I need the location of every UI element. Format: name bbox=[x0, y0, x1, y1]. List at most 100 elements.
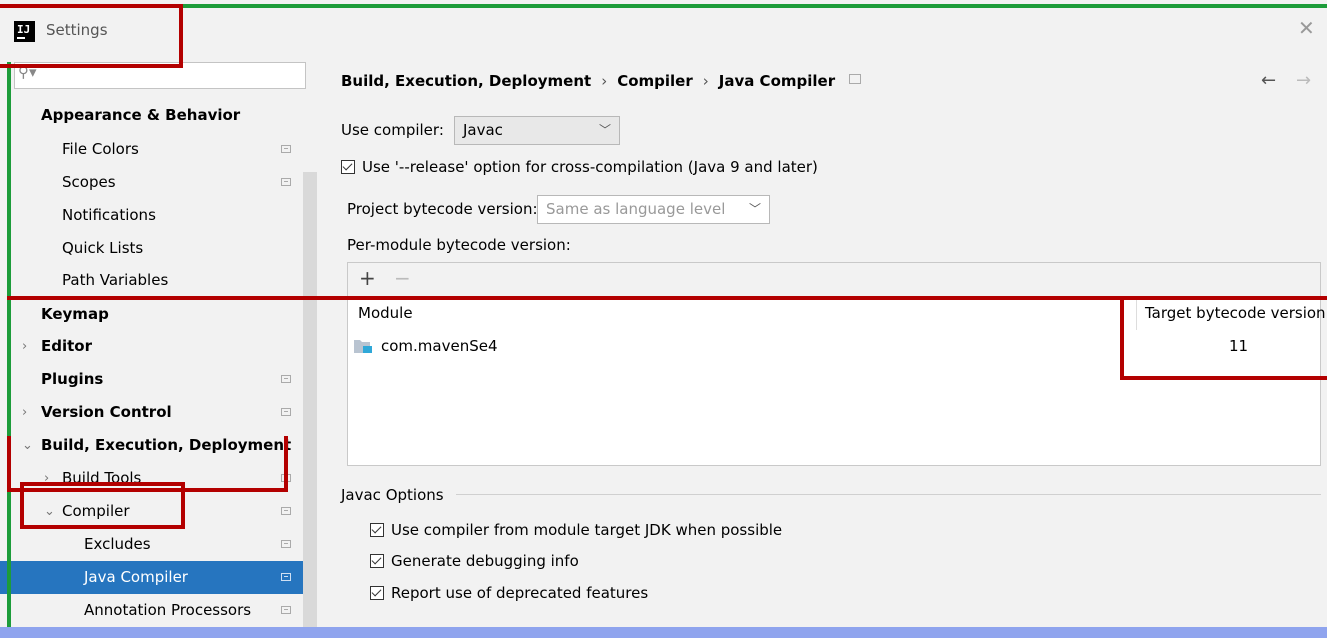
sidebar-item-notifications[interactable]: Notifications bbox=[0, 199, 317, 232]
project-level-icon bbox=[281, 540, 291, 548]
sidebar-item-keymap[interactable]: Keymap bbox=[0, 298, 317, 331]
sidebar-item-label: Plugins bbox=[41, 370, 104, 388]
option-debugging-info[interactable]: Generate debugging info bbox=[370, 552, 579, 570]
release-option-checkbox[interactable]: Use '--release' option for cross-compila… bbox=[341, 158, 818, 176]
option-label: Generate debugging info bbox=[391, 552, 579, 570]
sidebar-item-label: Excludes bbox=[84, 535, 151, 553]
chevron-right-icon[interactable]: › bbox=[22, 396, 27, 429]
sidebar-item-label: File Colors bbox=[62, 140, 139, 158]
use-compiler-value: Javac bbox=[463, 121, 503, 139]
sidebar-item-label: Path Variables bbox=[62, 271, 169, 289]
annotation-red-box bbox=[7, 436, 11, 492]
chevron-down-icon[interactable]: ⌄ bbox=[44, 495, 55, 528]
sidebar-item-quick-lists[interactable]: Quick Lists bbox=[0, 232, 317, 265]
checkbox-checked-icon[interactable] bbox=[341, 160, 355, 174]
bottom-highlight-bar bbox=[0, 627, 1327, 638]
table-row-target[interactable]: 11 bbox=[1229, 337, 1248, 355]
sidebar-item-label: Java Compiler bbox=[84, 568, 188, 586]
sidebar-item-label: Editor bbox=[41, 337, 92, 355]
sidebar-item-file-colors[interactable]: File Colors bbox=[0, 133, 317, 166]
chevron-down-icon: ﹀ bbox=[748, 202, 761, 216]
logo-text: IJ bbox=[17, 23, 31, 36]
sidebar-item-path-variables[interactable]: Path Variables bbox=[0, 264, 317, 297]
breadcrumb-separator: › bbox=[601, 72, 608, 90]
annotation-red-box bbox=[1120, 296, 1124, 380]
checkbox-checked-icon[interactable] bbox=[370, 523, 384, 537]
annotation-green-line bbox=[7, 62, 11, 638]
project-bytecode-label: Project bytecode version: bbox=[347, 200, 538, 218]
option-label: Report use of deprecated features bbox=[391, 584, 649, 602]
sidebar-item-label: Notifications bbox=[62, 206, 156, 224]
annotation-red-box bbox=[20, 482, 24, 529]
window-title: Settings bbox=[46, 21, 108, 39]
javac-options-title: Javac Options bbox=[341, 486, 444, 504]
project-bytecode-value: Same as language level bbox=[546, 200, 726, 218]
release-option-label: Use '--release' option for cross-compila… bbox=[362, 158, 818, 176]
module-table bbox=[347, 298, 1321, 466]
breadcrumb-item: Java Compiler bbox=[718, 72, 836, 90]
project-level-icon bbox=[281, 408, 291, 416]
sidebar-item-label: Appearance & Behavior bbox=[41, 106, 241, 124]
sidebar-item-label: Keymap bbox=[41, 305, 109, 323]
annotation-red-box bbox=[7, 488, 288, 492]
annotation-red-box bbox=[0, 4, 183, 8]
sidebar-item-label: Version Control bbox=[41, 403, 172, 421]
option-use-target-jdk[interactable]: Use compiler from module target JDK when… bbox=[370, 521, 782, 539]
column-header-module[interactable]: Module bbox=[358, 304, 413, 322]
sidebar-item-plugins[interactable]: Plugins bbox=[0, 363, 317, 396]
sidebar-item-label: Scopes bbox=[62, 173, 116, 191]
breadcrumb-separator: › bbox=[702, 72, 709, 90]
chevron-down-icon[interactable]: ⌄ bbox=[22, 429, 33, 462]
intellij-logo-icon: IJ bbox=[14, 21, 35, 42]
annotation-red-box bbox=[20, 482, 185, 486]
column-divider[interactable] bbox=[1136, 298, 1137, 330]
annotation-red-box bbox=[20, 525, 185, 529]
annotation-red-box bbox=[1120, 376, 1327, 380]
breadcrumb: Build, Execution, Deployment › Compiler › Ja… bbox=[341, 72, 862, 90]
forward-arrow-icon[interactable]: → bbox=[1296, 70, 1311, 91]
project-level-icon bbox=[281, 178, 291, 186]
chevron-right-icon[interactable]: › bbox=[22, 330, 27, 363]
sidebar-item-java-compiler[interactable]: Java Compiler bbox=[0, 561, 317, 594]
chevron-down-icon: ﹀ bbox=[598, 123, 611, 137]
annotation-green-line bbox=[183, 4, 1327, 8]
annotation-red-line bbox=[7, 296, 1327, 300]
project-level-icon bbox=[281, 606, 291, 614]
project-level-icon bbox=[281, 507, 291, 515]
option-deprecated-features[interactable]: Report use of deprecated features bbox=[370, 584, 648, 602]
remove-icon[interactable]: − bbox=[394, 266, 411, 290]
sidebar-item-scopes[interactable]: Scopes bbox=[0, 166, 317, 199]
annotation-red-box bbox=[0, 64, 183, 68]
sidebar-item-annotation-processors[interactable]: Annotation Processors bbox=[0, 594, 317, 627]
table-toolbar bbox=[347, 262, 1321, 298]
use-compiler-dropdown[interactable]: Javac ﹀ bbox=[454, 116, 620, 145]
sidebar-item-editor[interactable]: › Editor bbox=[0, 330, 317, 363]
annotation-red-box bbox=[181, 482, 185, 529]
sidebar-scrollbar[interactable] bbox=[303, 172, 317, 627]
sidebar-item-compiler[interactable]: ⌄ Compiler bbox=[0, 495, 317, 528]
use-compiler-label: Use compiler: bbox=[341, 121, 444, 139]
sidebar-item-version-control[interactable]: › Version Control bbox=[0, 396, 317, 429]
annotation-red-box bbox=[179, 4, 183, 68]
sidebar-item-label: Quick Lists bbox=[62, 239, 144, 257]
back-arrow-icon[interactable]: ← bbox=[1261, 70, 1276, 91]
project-level-icon bbox=[281, 375, 291, 383]
close-icon[interactable]: ✕ bbox=[1298, 16, 1315, 40]
sidebar-item-appearance-behavior[interactable]: Appearance & Behavior bbox=[0, 99, 317, 132]
checkbox-checked-icon[interactable] bbox=[370, 586, 384, 600]
sidebar-item-excludes[interactable]: Excludes bbox=[0, 528, 317, 561]
sidebar-item-build-execution-deployment[interactable]: ⌄ Build, Execution, Deployment bbox=[0, 429, 317, 462]
breadcrumb-item[interactable]: Build, Execution, Deployment bbox=[341, 72, 591, 90]
column-header-target-bytecode[interactable]: Target bytecode version bbox=[1145, 304, 1326, 322]
project-level-icon bbox=[281, 145, 291, 153]
project-level-icon bbox=[281, 573, 291, 581]
option-label: Use compiler from module target JDK when… bbox=[391, 521, 783, 539]
sidebar-item-label: Build, Execution, Deployment bbox=[41, 436, 292, 454]
section-divider bbox=[456, 494, 1321, 495]
table-row-module[interactable]: com.mavenSe4 bbox=[381, 337, 498, 355]
project-bytecode-dropdown[interactable]: Same as language level ﹀ bbox=[537, 195, 770, 224]
add-icon[interactable]: + bbox=[359, 266, 376, 290]
sidebar-item-label: Compiler bbox=[62, 502, 130, 520]
checkbox-checked-icon[interactable] bbox=[370, 554, 384, 568]
breadcrumb-item[interactable]: Compiler bbox=[617, 72, 693, 90]
